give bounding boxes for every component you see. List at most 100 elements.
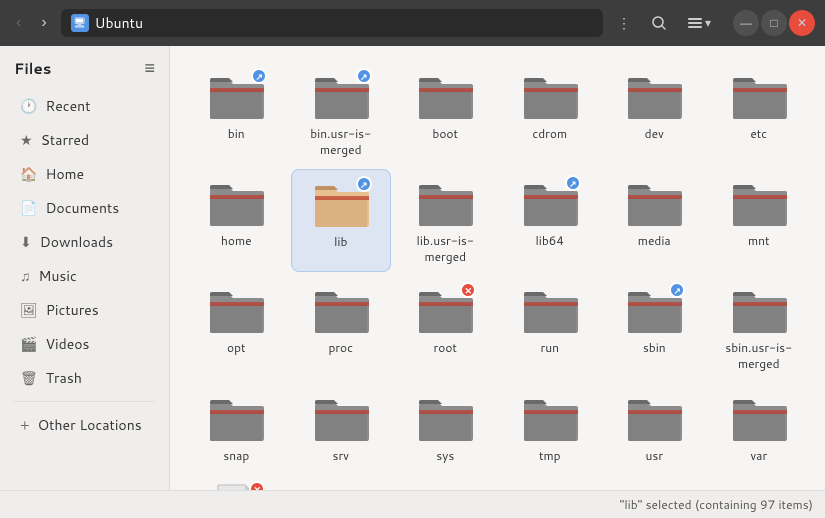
file-item-sbin-usr-is-merged[interactable]: sbin.usr-is-merged <box>709 276 810 379</box>
folder-svg <box>207 392 265 444</box>
file-item-bin-usr-is-merged[interactable]: ↗ bin.usr-is-merged <box>291 62 392 165</box>
close-button[interactable]: ✕ <box>789 10 815 36</box>
file-name-label: var <box>750 448 767 464</box>
folder-svg <box>625 177 683 229</box>
file-item-srv[interactable]: srv <box>291 384 392 472</box>
file-name-label: mnt <box>748 233 770 249</box>
file-item-media[interactable]: media <box>604 169 705 272</box>
file-item-bin[interactable]: ↗bin <box>186 62 287 165</box>
list-view-icon <box>687 15 703 31</box>
sidebar-item-other-label: Other Locations <box>38 415 142 435</box>
file-name-label: lib.usr-is-merged <box>400 233 490 264</box>
error-badge: ✕ <box>249 481 265 490</box>
file-item-sys[interactable]: sys <box>395 384 496 472</box>
sidebar-item-recent[interactable]: 🕐 Recent <box>6 90 163 122</box>
folder-svg <box>416 177 474 229</box>
maximize-button[interactable]: □ <box>761 10 787 36</box>
file-name-label: bin.usr-is-merged <box>296 126 386 157</box>
file-item-tmp[interactable]: tmp <box>500 384 601 472</box>
sidebar-item-starred[interactable]: ★ Starred <box>6 124 163 156</box>
statusbar: "lib" selected (containing 97 items) <box>0 490 825 518</box>
back-button[interactable]: ‹ <box>10 10 27 36</box>
link-badge: ↗ <box>565 175 581 191</box>
sidebar-menu-button[interactable]: ≡ <box>144 58 155 79</box>
view-options-button[interactable]: ▾ <box>681 11 717 35</box>
file-item-boot[interactable]: boot <box>395 62 496 165</box>
file-item-proc[interactable]: proc <box>291 276 392 379</box>
file-item-dev[interactable]: dev <box>604 62 705 165</box>
folder-svg <box>416 70 474 122</box>
folder-icon-wrap <box>625 392 683 444</box>
other-locations-icon: + <box>20 415 30 435</box>
file-item-opt[interactable]: opt <box>186 276 287 379</box>
file-item-var[interactable]: var <box>709 384 810 472</box>
file-item-home[interactable]: home <box>186 169 287 272</box>
trash-icon: 🗑 <box>20 368 38 388</box>
file-name-label: lib64 <box>535 233 564 249</box>
file-name-label: proc <box>328 340 353 356</box>
file-name-label: boot <box>432 126 458 142</box>
overflow-menu-button[interactable]: ⋮ <box>611 11 637 36</box>
folder-svg <box>730 392 788 444</box>
folder-icon-wrap <box>730 392 788 444</box>
folder-icon-wrap: ↗ <box>207 70 265 122</box>
file-name-label: dev <box>645 126 664 142</box>
sidebar-item-home-label: Home <box>45 164 84 184</box>
folder-icon-wrap: ↗ <box>312 70 370 122</box>
sidebar-item-recent-label: Recent <box>45 96 90 116</box>
folder-icon-wrap <box>521 392 579 444</box>
folder-svg <box>521 392 579 444</box>
sidebar-item-downloads[interactable]: ⬇ Downloads <box>6 226 163 258</box>
link-badge: ↗ <box>356 176 372 192</box>
sidebar-item-documents[interactable]: 📄 Documents <box>6 192 163 224</box>
file-item-lib[interactable]: ↗lib <box>291 169 392 272</box>
folder-svg <box>730 284 788 336</box>
folder-icon-wrap <box>207 177 265 229</box>
view-dropdown-arrow: ▾ <box>705 16 711 30</box>
file-name-label: tmp <box>539 448 561 464</box>
location-text: Ubuntu <box>95 13 143 33</box>
window-controls: — □ ✕ <box>733 10 815 36</box>
minimize-button[interactable]: — <box>733 10 759 36</box>
sidebar-item-videos[interactable]: 🎬 Videos <box>6 328 163 360</box>
folder-svg <box>730 177 788 229</box>
folder-icon-wrap <box>416 392 474 444</box>
folder-svg <box>521 70 579 122</box>
main-layout: Files ≡ 🕐 Recent ★ Starred 🏠 Home 📄 Docu… <box>0 46 825 490</box>
sidebar-item-pictures[interactable]: 🖼 Pictures <box>6 294 163 326</box>
search-button[interactable] <box>645 11 673 35</box>
file-item-usr[interactable]: usr <box>604 384 705 472</box>
sidebar-item-music-label: Music <box>39 266 77 286</box>
sidebar: Files ≡ 🕐 Recent ★ Starred 🏠 Home 📄 Docu… <box>0 46 170 490</box>
file-item-lib64[interactable]: ↗ lib64 <box>500 169 601 272</box>
file-icon-wrap: ✕ <box>213 483 259 490</box>
file-name-label: usr <box>645 448 663 464</box>
file-item-snap[interactable]: snap <box>186 384 287 472</box>
sidebar-item-home[interactable]: 🏠 Home <box>6 158 163 190</box>
file-item-root[interactable]: ✕root <box>395 276 496 379</box>
file-item-mnt[interactable]: mnt <box>709 169 810 272</box>
folder-icon-wrap: ↗ <box>625 284 683 336</box>
sidebar-item-trash[interactable]: 🗑 Trash <box>6 362 163 394</box>
sidebar-item-pictures-label: Pictures <box>46 300 99 320</box>
titlebar: ‹ › 🖥 Ubuntu ⋮ ▾ — □ ✕ <box>0 0 825 46</box>
forward-button[interactable]: › <box>35 10 52 36</box>
folder-svg <box>521 284 579 336</box>
file-item-sbin[interactable]: ↗ sbin <box>604 276 705 379</box>
file-name-label: srv <box>333 448 349 464</box>
search-icon <box>651 15 667 31</box>
file-item-etc[interactable]: etc <box>709 62 810 165</box>
folder-svg <box>207 284 265 336</box>
sidebar-item-other-locations[interactable]: + Other Locations <box>6 409 163 441</box>
folder-icon-wrap <box>416 177 474 229</box>
file-item-lib-usr-is-merged[interactable]: lib.usr-is-merged <box>395 169 496 272</box>
file-item-run[interactable]: run <box>500 276 601 379</box>
file-item-swap-img[interactable]: ✕swap.img <box>186 475 287 490</box>
file-name-label: sbin <box>643 340 666 356</box>
folder-icon-wrap <box>416 70 474 122</box>
file-name-label: run <box>541 340 559 356</box>
file-item-cdrom[interactable]: cdrom <box>500 62 601 165</box>
file-name-label: root <box>434 340 457 356</box>
sidebar-item-music[interactable]: ♫ Music <box>6 260 163 292</box>
folder-svg <box>625 392 683 444</box>
